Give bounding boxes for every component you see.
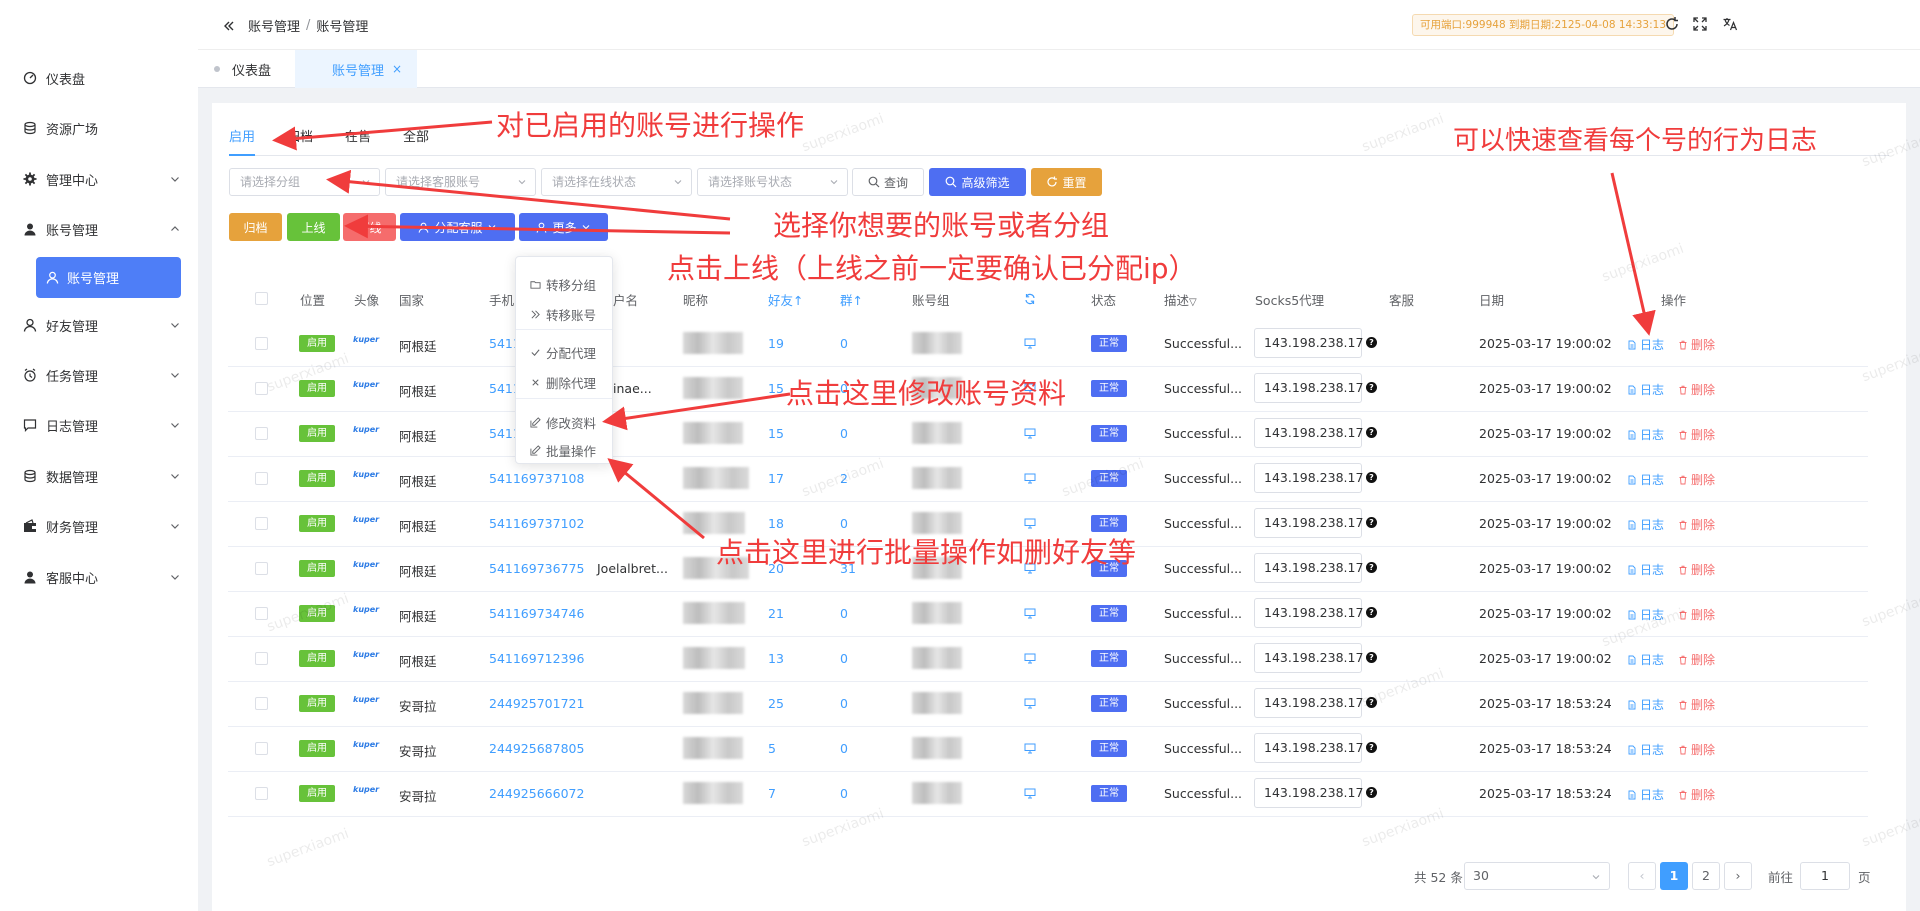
annotation-batch-operation: 点击这里进行批量操作如删好友等 [716,536,1137,569]
annotation-enabled-tab: 对已启用的账号进行操作 [496,109,805,142]
annotation-select-account: 选择你想要的账号或者分组 [773,209,1110,242]
annotation-go-online: 点击上线（上线之前一定要确认已分配ip） [667,252,1197,285]
annotation-quick-logs: 可以快速查看每个号的行为日志 [1453,126,1818,156]
annotation-edit-profile: 点击这里修改账号资料 [786,377,1067,410]
